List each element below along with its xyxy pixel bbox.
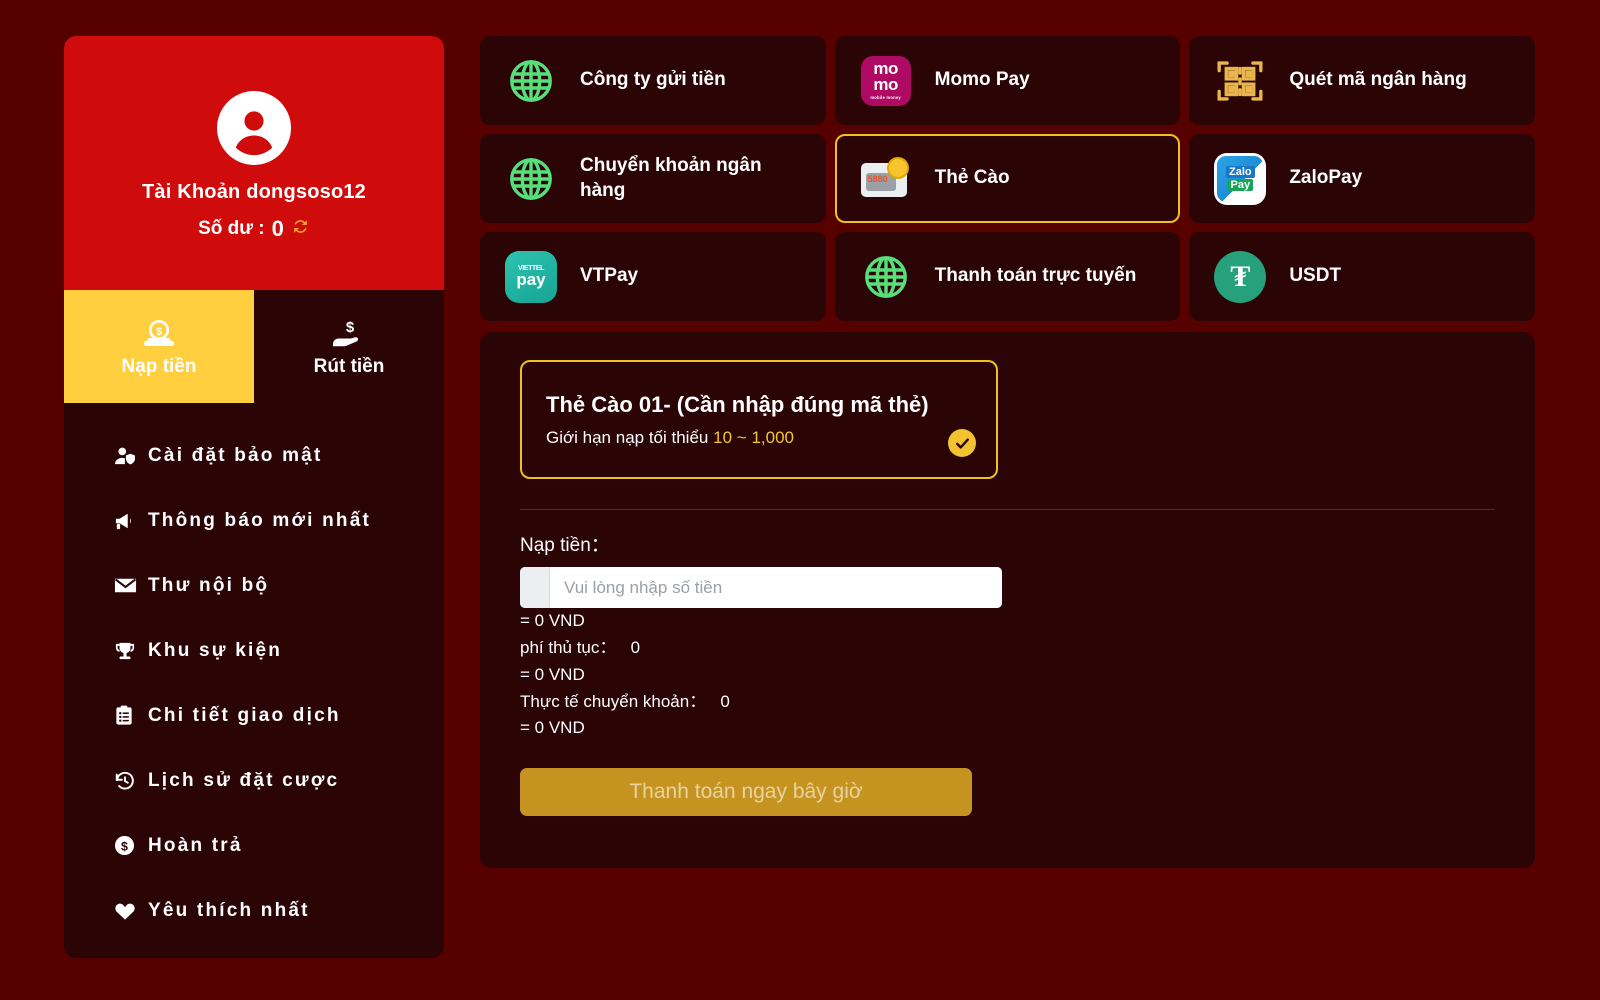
sidebar-item-label: Chi tiết giao dịch bbox=[148, 704, 341, 726]
method-label: Thanh toán trực tuyến bbox=[934, 265, 1137, 287]
usdt-logo: ₮ bbox=[1213, 250, 1267, 304]
amount-input[interactable] bbox=[550, 567, 1002, 608]
package-limit: Giới hạn nạp tối thiểu 10 ~ 1,000 bbox=[546, 428, 972, 448]
method-bank-transfer[interactable]: Chuyển khoản ngân hàng bbox=[480, 134, 826, 223]
profile-card: Tài Khoản dongsoso12 Số dư : 0 bbox=[64, 36, 444, 290]
method-label: ZaloPay bbox=[1289, 167, 1363, 189]
globe-icon bbox=[504, 54, 558, 108]
sidebar-item-label: Cài đặt bảo mật bbox=[148, 444, 323, 466]
actual-converted: = 0 VND bbox=[520, 718, 585, 738]
sidebar-item-rebate[interactable]: $ Hoàn trả bbox=[64, 813, 444, 878]
fee-value: 0 bbox=[630, 637, 641, 657]
method-online-payment[interactable]: Thanh toán trực tuyến bbox=[834, 232, 1181, 321]
package-option-card[interactable]: Thẻ Cào 01- (Cần nhập đúng mã thẻ) Giới … bbox=[520, 360, 998, 479]
deposit-coin-icon: $ bbox=[141, 316, 177, 350]
method-momo-pay[interactable]: mo mo mobile money Momo Pay bbox=[834, 36, 1181, 125]
check-circle-icon bbox=[948, 429, 976, 457]
method-label: USDT bbox=[1289, 265, 1342, 287]
deposit-form: Nạp tiền： = 0 VND phí thủ tục： 0 = 0 VND… bbox=[520, 510, 1495, 817]
amount-converted: = 0 VND bbox=[520, 611, 585, 630]
sidebar-item-label: Lịch sử đặt cược bbox=[148, 769, 340, 791]
package-title: Thẻ Cào 01- (Cần nhập đúng mã thẻ) bbox=[546, 391, 929, 417]
sidebar-menu: Cài đặt bảo mật Thông báo mới nhất Thư n… bbox=[64, 403, 444, 943]
fee-row: phí thủ tục： 0 bbox=[520, 635, 1495, 662]
pay-now-button[interactable]: Thanh toán ngay bây giờ bbox=[520, 768, 972, 817]
method-label: Chuyển khoản ngân hàng bbox=[580, 155, 762, 201]
tab-withdraw[interactable]: $ Rút tiền bbox=[254, 290, 444, 403]
fee-converted: = 0 VND bbox=[520, 664, 585, 684]
user-shield-icon bbox=[114, 446, 148, 466]
sidebar-item-transactions[interactable]: Chi tiết giao dịch bbox=[64, 683, 444, 748]
heart-icon bbox=[114, 901, 148, 921]
app-root: Tài Khoản dongsoso12 Số dư : 0 $ Nạp tiề… bbox=[0, 0, 1600, 1000]
method-label: Thẻ Cào bbox=[934, 167, 1010, 189]
svg-text:$: $ bbox=[346, 319, 355, 336]
amount-prefix-box bbox=[520, 567, 550, 608]
momo-logo: mo mo mobile money bbox=[859, 54, 913, 108]
refresh-icon[interactable] bbox=[291, 217, 310, 240]
actual-label: Thực tế chuyển khoản： bbox=[520, 691, 707, 711]
payment-method-grid: Công ty gửi tiền mo mo mobile money Momo … bbox=[480, 36, 1535, 321]
method-label: Momo Pay bbox=[934, 69, 1030, 91]
amount-input-wrapper bbox=[520, 567, 1002, 608]
globe-icon bbox=[504, 152, 558, 206]
amount-label: Nạp tiền： bbox=[520, 535, 610, 556]
fee-label: phí thủ tục： bbox=[520, 637, 617, 657]
method-label: VTPay bbox=[580, 265, 639, 287]
megaphone-icon bbox=[114, 511, 148, 531]
sidebar-item-label: Yêu thích nhất bbox=[148, 899, 310, 921]
viettelpay-logo: VIETTEL pay bbox=[504, 250, 558, 304]
sidebar-item-inbox[interactable]: Thư nội bộ bbox=[64, 553, 444, 618]
sidebar-item-bet-history[interactable]: Lịch sử đặt cược bbox=[64, 748, 444, 813]
method-zalopay[interactable]: Zalo Pay ZaloPay bbox=[1189, 134, 1535, 223]
balance-row: Số dư : 0 bbox=[198, 216, 310, 242]
tab-deposit-label: Nạp tiền bbox=[121, 355, 197, 377]
sidebar-item-security[interactable]: Cài đặt bảo mật bbox=[64, 423, 444, 488]
svg-text:$: $ bbox=[156, 326, 162, 338]
method-vtpay[interactable]: VIETTEL pay VTPay bbox=[480, 232, 826, 321]
tab-withdraw-label: Rút tiền bbox=[313, 355, 385, 377]
clipboard-list-icon bbox=[114, 705, 148, 726]
method-bank-qr-scan[interactable]: Quét mã ngân hàng bbox=[1189, 36, 1535, 125]
tab-deposit[interactable]: $ Nạp tiền bbox=[64, 290, 254, 403]
actual-value: 0 bbox=[720, 691, 730, 711]
sidebar-item-label: Thư nội bộ bbox=[148, 574, 270, 596]
profile-name: Tài Khoản dongsoso12 bbox=[141, 180, 367, 203]
globe-icon bbox=[859, 250, 913, 304]
package-limit-separator: ~ bbox=[736, 427, 747, 447]
method-label: Công ty gửi tiền bbox=[580, 69, 726, 91]
avatar bbox=[217, 90, 291, 165]
method-company-deposit[interactable]: Công ty gửi tiền bbox=[480, 36, 826, 125]
package-limit-min: 10 bbox=[713, 427, 733, 447]
deposit-panel: Thẻ Cào 01- (Cần nhập đúng mã thẻ) Giới … bbox=[480, 332, 1535, 868]
svg-text:$: $ bbox=[121, 839, 128, 853]
scratch-card-icon: 5880 bbox=[859, 152, 913, 206]
withdraw-hand-icon: $ bbox=[329, 316, 369, 350]
method-usdt[interactable]: ₮ USDT bbox=[1189, 232, 1535, 321]
user-circle-icon bbox=[226, 99, 282, 156]
sidebar-item-label: Khu sự kiện bbox=[148, 639, 283, 661]
method-label: Quét mã ngân hàng bbox=[1289, 69, 1467, 91]
package-limit-max: 1,000 bbox=[751, 427, 794, 447]
sidebar-item-label: Thông báo mới nhất bbox=[148, 509, 372, 531]
method-scratch-card[interactable]: 5880 Thẻ Cào bbox=[834, 134, 1181, 223]
package-limit-prefix: Giới hạn nạp tối thiểu bbox=[546, 427, 709, 447]
envelope-icon bbox=[114, 576, 148, 595]
sidebar-item-announcements[interactable]: Thông báo mới nhất bbox=[64, 488, 444, 553]
wallet-tabs: $ Nạp tiền $ Rút tiền bbox=[64, 290, 444, 403]
balance-value: 0 bbox=[271, 215, 284, 241]
sidebar-item-label: Hoàn trả bbox=[148, 834, 243, 856]
sidebar-item-favorites[interactable]: Yêu thích nhất bbox=[64, 878, 444, 943]
actual-row: Thực tế chuyển khoản： 0 bbox=[520, 689, 1495, 716]
dollar-circle-icon: $ bbox=[114, 835, 148, 856]
history-clock-icon bbox=[114, 770, 148, 791]
sidebar-item-events[interactable]: Khu sự kiện bbox=[64, 618, 444, 683]
sidebar: Tài Khoản dongsoso12 Số dư : 0 $ Nạp tiề… bbox=[64, 36, 444, 958]
qr-scan-icon bbox=[1213, 54, 1267, 108]
balance-label: Số dư : bbox=[198, 217, 265, 239]
trophy-icon bbox=[114, 641, 148, 661]
zalopay-logo: Zalo Pay bbox=[1213, 152, 1267, 206]
